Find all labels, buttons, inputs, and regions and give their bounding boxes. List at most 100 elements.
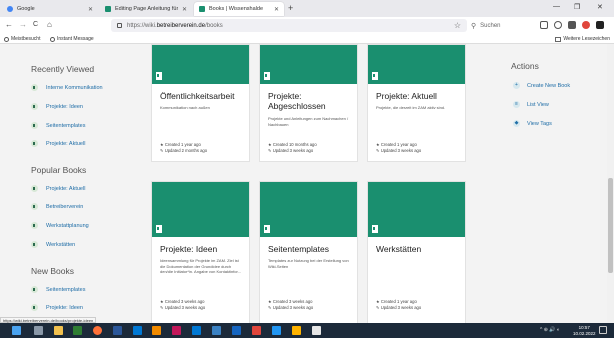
create-new-book-button[interactable]: + Create New Book	[513, 82, 570, 89]
recent-item[interactable]: Seitentemplates	[31, 122, 85, 129]
book-created: ★ Created 3 weeks ago	[160, 299, 205, 304]
app-icon[interactable]	[252, 326, 261, 335]
tab-editing-page[interactable]: Editing Page Anleitung für das ✕	[100, 2, 192, 16]
plus-icon: +	[513, 82, 520, 89]
book-updated: ✎ Updated 3 weeks ago	[160, 305, 206, 310]
book-icon	[31, 304, 38, 311]
clock[interactable]: 10:57 10.02.2022	[573, 325, 596, 336]
close-window-button[interactable]: ✕	[597, 3, 603, 11]
book-created: ★ Created 10 months ago	[268, 142, 317, 147]
book-icon	[31, 140, 38, 147]
book-icon	[31, 185, 38, 192]
app-icon[interactable]	[292, 326, 301, 335]
bookmark-star-icon[interactable]: ☆	[454, 21, 461, 30]
popular-item[interactable]: Projekte: Aktuell	[31, 185, 85, 192]
book-cover	[368, 45, 465, 84]
close-icon[interactable]: ✕	[88, 6, 93, 13]
book-updated: ✎ Updated 3 weeks ago	[268, 148, 314, 153]
book-title[interactable]: Seitentemplates	[268, 244, 329, 254]
indesign-icon[interactable]	[172, 326, 181, 335]
tab-books[interactable]: Books | Wissenshalde ✕	[194, 2, 284, 16]
app-icon[interactable]	[232, 326, 241, 335]
account-icon[interactable]	[596, 21, 604, 29]
new-book-item[interactable]: Seitentemplates	[31, 286, 85, 293]
popular-books-title: Popular Books	[31, 165, 87, 175]
library-icon[interactable]	[568, 21, 576, 29]
book-cover	[260, 45, 357, 84]
firefox-icon[interactable]	[93, 326, 102, 335]
book-created: ★ Created 1 year ago	[376, 142, 417, 147]
illustrator-icon[interactable]	[152, 326, 161, 335]
book-title[interactable]: Werkstätten	[376, 244, 421, 254]
recent-item[interactable]: Interne Kommunikation	[31, 84, 103, 91]
search-input[interactable]: ⚲ Suchen	[467, 19, 531, 32]
back-button[interactable]: ←	[5, 20, 13, 29]
book-icon	[31, 103, 38, 110]
browser-tab-bar: Google ✕ Editing Page Anleitung für das …	[0, 0, 614, 17]
maximize-button[interactable]: ❐	[574, 3, 580, 11]
list-icon: ≡	[513, 101, 520, 108]
google-icon	[7, 6, 13, 12]
word-icon[interactable]	[113, 326, 122, 335]
book-card[interactable]: Projekte: Abgeschlossen Projekte und Anl…	[259, 44, 358, 162]
address-bar[interactable]: https://wiki. betreiberverein.de/books ☆	[111, 19, 467, 32]
extension-icon[interactable]	[582, 21, 590, 29]
book-updated: ✎ Updated 3 weeks ago	[376, 305, 422, 310]
mail-icon[interactable]	[192, 326, 201, 335]
recent-item[interactable]: Projekte: Aktuell	[31, 140, 85, 147]
home-button[interactable]: ⌂	[47, 20, 52, 29]
minimize-button[interactable]: —	[553, 3, 560, 10]
popular-item[interactable]: Betreiberverein	[31, 203, 83, 210]
book-icon	[372, 225, 378, 233]
forward-button[interactable]: →	[19, 20, 27, 29]
close-icon[interactable]: ✕	[274, 6, 279, 13]
book-icon	[31, 222, 38, 229]
gear-icon	[4, 36, 9, 42]
close-icon[interactable]: ✕	[182, 6, 187, 13]
other-bookmarks[interactable]: Weitere Lesezeichen	[555, 36, 610, 42]
list-view-button[interactable]: ≡ List View	[513, 101, 549, 108]
book-card[interactable]: Seitentemplates Templates zur Nutzung be…	[259, 181, 358, 323]
book-cover	[152, 182, 249, 237]
view-tags-button[interactable]: ◆ View Tags	[513, 120, 552, 127]
app-icon[interactable]	[272, 326, 281, 335]
globe-icon	[50, 36, 55, 42]
app-icon[interactable]	[133, 326, 142, 335]
system-tray[interactable]: ^ ⊕ 🔊 ◐	[540, 327, 560, 333]
excel-icon[interactable]	[73, 326, 82, 335]
folder-icon	[555, 36, 562, 42]
popular-item[interactable]: Werkstätten	[31, 241, 75, 248]
windows-start-icon[interactable]	[12, 326, 21, 335]
book-title[interactable]: Projekte: Abgeschlossen	[268, 91, 348, 111]
book-created: ★ Created 1 year ago	[376, 299, 417, 304]
bookmark-instant-message[interactable]: Instant Message	[50, 36, 94, 42]
page-scrollbar[interactable]	[607, 44, 614, 323]
book-title[interactable]: Öffentlichkeitsarbeit	[160, 91, 235, 101]
notepad-icon[interactable]	[312, 326, 321, 335]
new-tab-button[interactable]: +	[288, 3, 293, 13]
recently-viewed-title: Recently Viewed	[31, 64, 95, 74]
book-title[interactable]: Projekte: Aktuell	[376, 91, 437, 101]
scrollbar-thumb[interactable]	[608, 178, 613, 273]
book-card[interactable]: Öffentlichkeitsarbeit Kommunikation nach…	[151, 44, 250, 162]
notification-icon[interactable]	[599, 326, 607, 334]
book-card[interactable]: Projekte: Ideen Ideensammlung für Projek…	[151, 181, 250, 323]
book-card[interactable]: Projekte: Aktuell Projekte, die derzeit …	[367, 44, 466, 162]
book-card[interactable]: Werkstätten ★ Created 1 year ago ✎ Updat…	[367, 181, 466, 323]
recent-item[interactable]: Projekte: Ideen	[31, 103, 83, 110]
download-icon[interactable]	[540, 21, 548, 29]
page-content: Recently Viewed Interne Kommunikation Pr…	[0, 44, 607, 323]
shield-icon[interactable]	[554, 21, 562, 29]
book-icon	[31, 241, 38, 248]
book-title[interactable]: Projekte: Ideen	[160, 244, 217, 254]
explorer-icon[interactable]	[54, 326, 63, 335]
reload-button[interactable]: C	[33, 21, 38, 28]
tab-google[interactable]: Google ✕	[2, 2, 98, 16]
new-book-item[interactable]: Projekte: Ideen	[31, 304, 83, 311]
book-icon	[156, 225, 162, 233]
bookmark-meistbesucht[interactable]: Meistbesucht	[4, 36, 40, 42]
book-icon	[264, 225, 270, 233]
app-icon[interactable]	[212, 326, 221, 335]
popular-item[interactable]: Werkstattplanung	[31, 222, 89, 229]
task-view-icon[interactable]	[34, 326, 43, 335]
